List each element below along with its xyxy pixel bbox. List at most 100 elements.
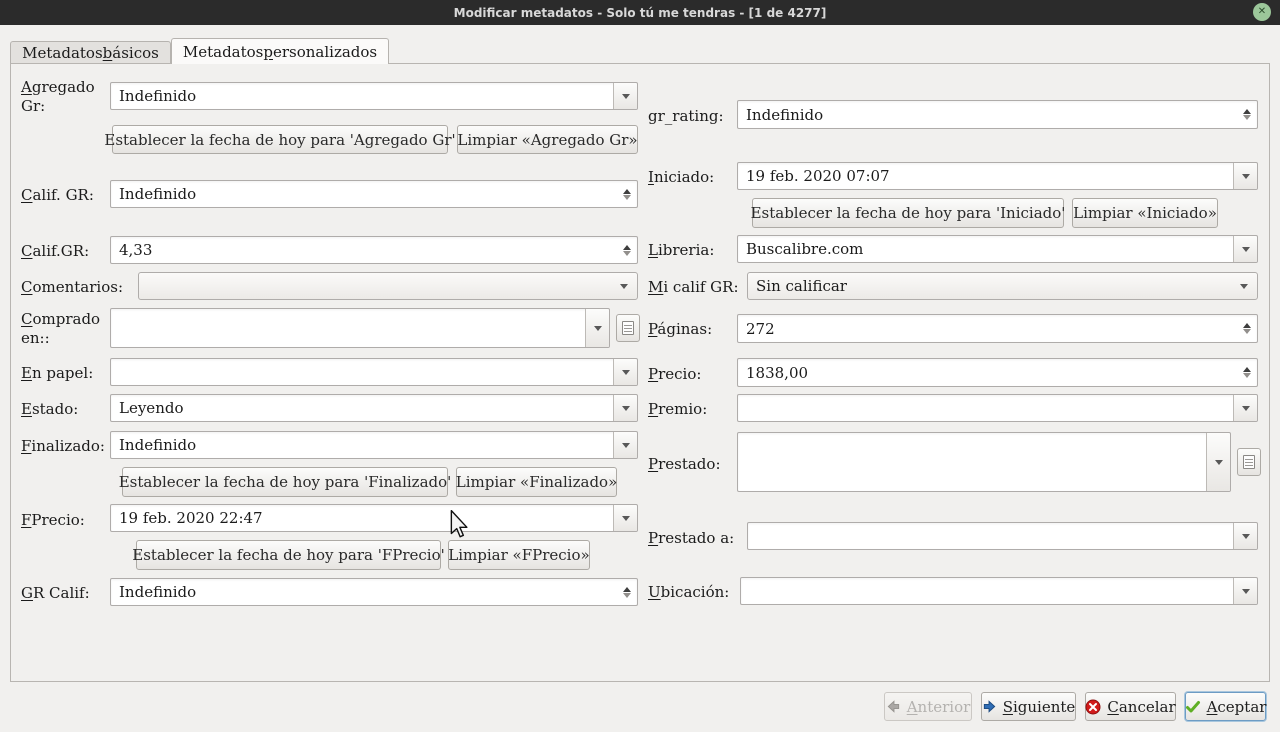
chevron-down-icon [1241, 534, 1250, 543]
tab-metadatos-personalizados[interactable]: Metadatos p ersonalizados [171, 38, 389, 64]
iniciado-combobox[interactable]: 19 feb. 2020 07:07 [737, 162, 1258, 190]
premio-combobox[interactable] [737, 394, 1258, 422]
chevron-down-icon [1240, 284, 1248, 293]
siguiente-label: Siguiente [1002, 697, 1076, 716]
agregado-gr-value: Indefinido [119, 87, 197, 105]
label-paginas: Páginas: [648, 320, 713, 338]
gr-calif-spinbox[interactable]: Indefinido [110, 578, 638, 606]
paginas-spinner-buttons[interactable] [1237, 315, 1257, 342]
ubicacion-dropdown-button[interactable] [1233, 578, 1257, 604]
spin-up-icon [623, 583, 631, 592]
cancelar-label: Cancelar [1107, 697, 1176, 716]
label-fprecio: FPrecio: [21, 511, 85, 529]
paginas-spinbox[interactable]: 272 [737, 314, 1258, 343]
finalizado-dropdown-button[interactable] [613, 432, 637, 458]
prestado-a-combobox[interactable] [747, 522, 1258, 550]
calif-gr-spinner-buttons[interactable] [617, 181, 637, 207]
siguiente-button[interactable]: Siguiente [981, 692, 1076, 721]
comprado-en-edit-text-button[interactable] [616, 314, 640, 342]
calif-gr2-spinbox[interactable]: 4,33 [110, 236, 638, 264]
spin-up-icon [1243, 105, 1251, 114]
prestado-edit-text-button[interactable] [1237, 448, 1261, 476]
chevron-down-icon [621, 94, 630, 103]
agregado-gr-dropdown-button[interactable] [613, 83, 637, 109]
label-calif-gr2: Calif.GR: [21, 242, 90, 260]
comprado-en-combobox[interactable] [110, 308, 610, 348]
document-icon [1243, 455, 1255, 469]
finalizado-value: Indefinido [119, 436, 197, 454]
chevron-down-icon [620, 284, 628, 293]
label-agregado-gr: Agregado Gr: [21, 78, 95, 115]
gr-rating-spinbox[interactable]: Indefinido [737, 100, 1258, 129]
agregado-gr-combobox[interactable]: Indefinido [110, 82, 638, 110]
clear-iniciado-button[interactable]: Limpiar «Iniciado» [1072, 198, 1218, 228]
spin-up-icon [623, 185, 631, 194]
label-iniciado: Iniciado: [648, 168, 715, 186]
precio-spinbox[interactable]: 1838,00 [737, 358, 1258, 387]
calif-gr-spinbox[interactable]: Indefinido [110, 180, 638, 208]
libreria-combobox[interactable]: Buscalibre.com [737, 235, 1258, 263]
libreria-dropdown-button[interactable] [1233, 236, 1257, 262]
en-papel-combobox[interactable] [110, 358, 638, 386]
estado-combobox[interactable]: Leyendo [110, 394, 638, 422]
label-prestado: Prestado: [648, 455, 721, 473]
arrow-left-icon [887, 700, 899, 713]
gr-rating-spinner-buttons[interactable] [1237, 101, 1257, 128]
cancelar-button[interactable]: Cancelar [1085, 692, 1176, 721]
chevron-down-icon [593, 326, 602, 335]
label-precio: Precio: [648, 365, 702, 383]
label-libreria: Libreria: [648, 241, 715, 259]
calif-gr-value: Indefinido [119, 185, 197, 203]
premio-dropdown-button[interactable] [1233, 395, 1257, 421]
paginas-value: 272 [746, 319, 775, 338]
close-icon: ✕ [1257, 6, 1267, 17]
spin-up-icon [1243, 319, 1251, 328]
spin-down-icon [623, 194, 631, 204]
chevron-down-icon [1241, 406, 1250, 415]
mouse-cursor [450, 510, 468, 538]
finalizado-combobox[interactable]: Indefinido [110, 431, 638, 459]
fprecio-combobox[interactable]: 19 feb. 2020 22:47 [110, 504, 638, 532]
clear-finalizado-button[interactable]: Limpiar «Finalizado» [456, 467, 617, 497]
aceptar-button[interactable]: Aceptar [1185, 692, 1266, 721]
fprecio-dropdown-button[interactable] [613, 505, 637, 531]
comentarios-combobox[interactable] [138, 272, 638, 300]
comprado-en-dropdown-button[interactable] [585, 309, 609, 347]
titlebar[interactable]: Modificar metadatos - Solo tú me tendras… [0, 0, 1280, 25]
ubicacion-combobox[interactable] [740, 577, 1258, 605]
mi-calif-gr-combobox[interactable]: Sin calificar [747, 272, 1258, 300]
estado-dropdown-button[interactable] [613, 395, 637, 421]
spin-down-icon [623, 250, 631, 260]
fprecio-value: 19 feb. 2020 22:47 [119, 509, 263, 527]
calif-gr2-spinner-buttons[interactable] [617, 237, 637, 263]
chevron-down-icon [621, 406, 630, 415]
en-papel-dropdown-button[interactable] [613, 359, 637, 385]
set-today-agregado-gr-button[interactable]: Establecer la fecha de hoy para 'Agregad… [104, 125, 456, 154]
chevron-down-icon [1214, 460, 1223, 469]
label-premio: Premio: [648, 400, 708, 418]
prestado-a-dropdown-button[interactable] [1233, 523, 1257, 549]
chevron-down-icon [1241, 589, 1250, 598]
spin-down-icon [1243, 373, 1251, 382]
set-today-iniciado-button[interactable]: Establecer la fecha de hoy para 'Iniciad… [751, 198, 1065, 228]
set-today-fprecio-button[interactable]: Establecer la fecha de hoy para 'FPrecio… [132, 540, 445, 570]
mi-calif-gr-value: Sin calificar [756, 277, 847, 295]
prestado-dropdown-button[interactable] [1206, 433, 1230, 491]
set-today-finalizado-button[interactable]: Establecer la fecha de hoy para 'Finaliz… [119, 467, 451, 497]
gr-calif-spinner-buttons[interactable] [617, 579, 637, 605]
gr-rating-value: Indefinido [746, 105, 824, 124]
label-comprado-en: Comprado en:: [21, 310, 101, 347]
prestado-combobox[interactable] [737, 432, 1231, 492]
clear-agregado-gr-button[interactable]: Limpiar «Agregado Gr» [457, 125, 638, 154]
anterior-button[interactable]: Anterior [884, 692, 972, 721]
iniciado-value: 19 feb. 2020 07:07 [746, 167, 890, 185]
libreria-value: Buscalibre.com [746, 240, 864, 258]
precio-spinner-buttons[interactable] [1237, 359, 1257, 386]
clear-fprecio-button[interactable]: Limpiar «FPrecio» [448, 540, 590, 570]
aceptar-label: Aceptar [1206, 697, 1267, 716]
chevron-down-icon [1241, 247, 1250, 256]
chevron-down-icon [621, 516, 630, 525]
window-close-button[interactable]: ✕ [1253, 3, 1271, 21]
tab-metadatos-basicos[interactable]: Metadatos b ásicos [10, 41, 171, 63]
iniciado-dropdown-button[interactable] [1233, 163, 1257, 189]
